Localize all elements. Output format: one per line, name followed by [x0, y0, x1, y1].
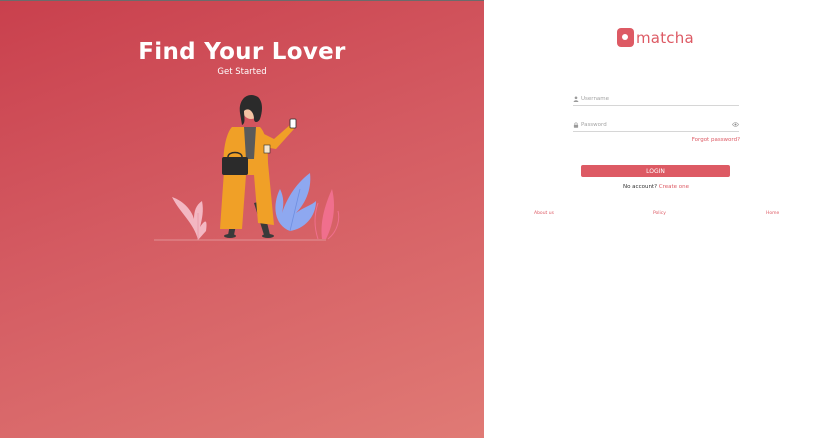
hero-subtitle: Get Started: [217, 67, 267, 77]
logo-icon: [617, 28, 634, 47]
password-field: [573, 118, 739, 132]
brand-name: matcha: [636, 28, 694, 47]
pink-fern-right: [314, 189, 340, 240]
brand-logo[interactable]: matcha: [617, 28, 694, 47]
hero-panel: Find Your Lover Get Started: [0, 0, 484, 438]
footer-policy-link[interactable]: Policy: [653, 211, 666, 216]
login-button[interactable]: LOGIN: [581, 165, 730, 177]
lock-icon: [573, 121, 579, 128]
no-account-text: No account?: [622, 184, 659, 190]
create-account-link[interactable]: Create one: [659, 184, 689, 190]
username-input[interactable]: [581, 95, 739, 102]
blue-plant: [275, 173, 316, 232]
eye-icon[interactable]: [732, 122, 739, 127]
pink-plant-left: [172, 197, 207, 240]
footer-about-link[interactable]: About us: [534, 211, 554, 216]
hero-illustration: [154, 94, 340, 241]
forgot-password-link[interactable]: Forgot password?: [680, 137, 740, 143]
signup-prompt: No account? Create one: [484, 184, 828, 190]
username-field: [573, 92, 739, 106]
login-panel: matcha Forgot password? LOGIN No account…: [484, 0, 828, 438]
password-input[interactable]: [581, 121, 732, 128]
hero-title: Find Your Lover: [138, 39, 346, 65]
user-icon: [573, 95, 579, 102]
footer-home-link[interactable]: Home: [766, 211, 779, 216]
